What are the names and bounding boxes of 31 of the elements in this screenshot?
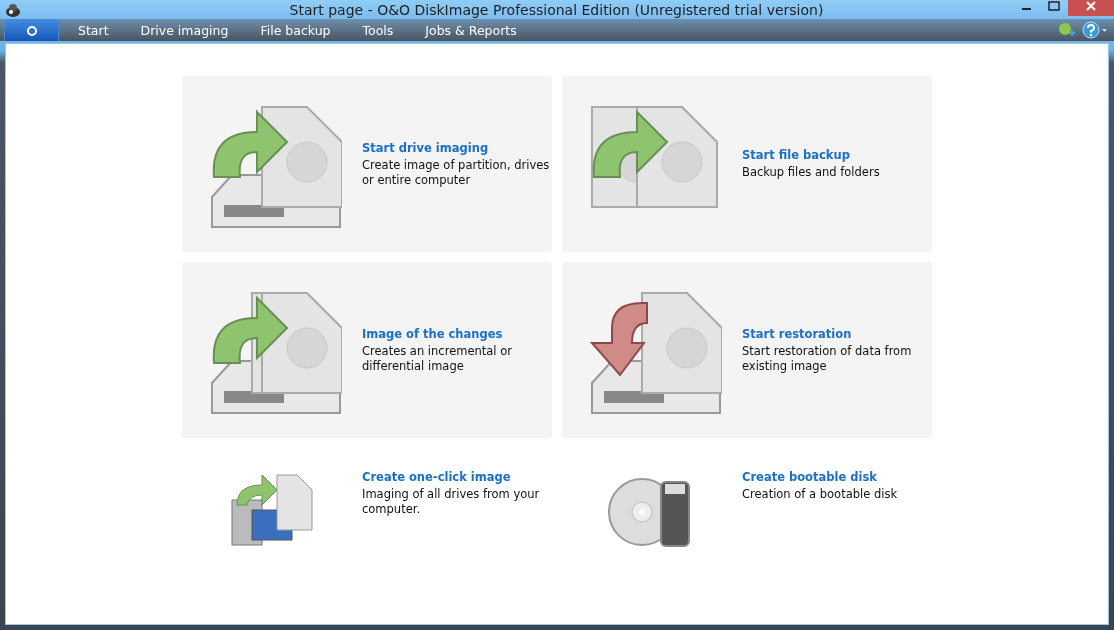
action-description: Create image of partition, drives or entire computer [362,157,551,188]
minimize-icon [1021,7,1031,10]
action-link[interactable]: Start restoration [742,326,932,341]
ribbon-tab[interactable]: Tools [349,19,407,41]
action-description: Imaging of all drives from your computer. [362,487,541,517]
action-description: Creation of a bootable disk [742,487,899,502]
action-link[interactable]: Start file backup [742,148,932,162]
action-card[interactable]: Start file backup Backup files and folders [562,76,932,252]
action-card[interactable]: Start restoration Start restoration of data from existing image [562,262,932,438]
action-link[interactable]: Create one-click image [362,470,552,484]
action-link[interactable]: Start drive imaging [362,140,552,155]
ribbon-tab[interactable]: Drive imaging [127,19,242,41]
ribbon-tab[interactable]: File backup [247,19,344,41]
action-link[interactable]: Create bootable disk [742,470,932,484]
action-description: Creates an incremental or differential image [362,343,513,374]
action-description: Start restoration of data from existing image [742,343,913,374]
action-link[interactable]: Image of the changes [362,326,552,341]
maximize-icon [1048,0,1060,11]
ribbon-tab[interactable]: Start [65,19,122,41]
action-card[interactable]: Image of the changes Creates an incremental or differential image [182,262,552,438]
app-logo-icon[interactable] [5,2,21,17]
logo-icon [26,25,37,36]
action-card[interactable]: Start drive imaging Create image of partition, drives or entire computer [182,76,552,252]
close-button[interactable] [1068,0,1114,16]
close-icon [1086,0,1096,11]
help-icon[interactable] [1082,21,1108,39]
action-description: Backup files and folders [742,165,881,180]
gear-plus-icon[interactable] [1058,22,1076,38]
ribbon-tab[interactable]: Jobs & Reports [412,19,530,41]
app-menu-button[interactable] [4,19,59,41]
window-title: Start page - O&O DiskImage Professional Edition (Unregistered trial version) [288,1,825,18]
